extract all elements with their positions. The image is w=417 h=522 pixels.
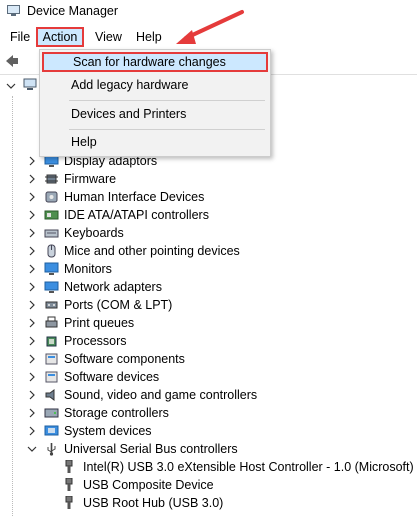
chevron-right-icon[interactable]	[27, 300, 37, 310]
chevron-down-icon[interactable]	[27, 444, 37, 454]
tree-category-label: Human Interface Devices	[64, 190, 205, 204]
tree-category-label: Processors	[64, 334, 127, 348]
tree-category-row[interactable]: Ports (COM & LPT)	[0, 296, 417, 314]
keyboard-icon	[44, 229, 59, 238]
tree-category-row[interactable]: Storage controllers	[0, 404, 417, 422]
tree-category-label: Firmware	[64, 172, 117, 186]
tree-category-label: Print queues	[64, 316, 135, 330]
tree-category-label: Software devices	[64, 370, 160, 384]
chevron-right-icon[interactable]	[27, 246, 37, 256]
printer-icon	[45, 316, 58, 328]
menu-file[interactable]: File	[10, 27, 30, 47]
software-icon	[45, 371, 58, 383]
tree-category-row[interactable]: Mice and other pointing devices	[0, 242, 417, 260]
chevron-right-icon[interactable]	[27, 408, 37, 418]
ide-icon	[44, 210, 59, 220]
menu-scan-hardware-changes[interactable]: Scan for hardware changes	[42, 52, 268, 72]
chevron-right-icon[interactable]	[27, 174, 37, 184]
chevron-right-icon[interactable]	[27, 228, 37, 238]
chevron-right-icon[interactable]	[27, 372, 37, 382]
usb-plug-icon	[65, 496, 73, 509]
menu-devices-and-printers[interactable]: Devices and Printers	[42, 104, 268, 124]
tree-category-label: Mice and other pointing devices	[64, 244, 240, 258]
port-icon	[45, 301, 58, 309]
system-icon	[44, 425, 59, 436]
tree-category-label: Universal Serial Bus controllers	[64, 442, 238, 456]
tree-category-row[interactable]: Processors	[0, 332, 417, 350]
network-icon	[44, 281, 59, 293]
tree-category-row[interactable]: Network adapters	[0, 278, 417, 296]
tree-category-label: Storage controllers	[64, 406, 169, 420]
software-icon	[45, 353, 58, 365]
chevron-down-icon[interactable]	[6, 81, 16, 91]
chevron-right-icon[interactable]	[27, 318, 37, 328]
menu-separator	[69, 129, 265, 130]
chevron-right-icon[interactable]	[27, 390, 37, 400]
device-manager-icon	[7, 5, 20, 16]
tree-usb-device-row[interactable]: Intel(R) USB 3.0 eXtensible Host Control…	[0, 458, 417, 476]
tree-category-row[interactable]: Universal Serial Bus controllers	[0, 440, 417, 458]
tree-usb-device-row[interactable]: USB Root Hub (USB 3.0)	[0, 494, 417, 512]
storage-icon	[44, 408, 59, 418]
annotation-arrow	[176, 10, 244, 44]
tree-category-row[interactable]: Print queues	[0, 314, 417, 332]
menu-help-item[interactable]: Help	[42, 132, 268, 152]
chevron-right-icon[interactable]	[27, 282, 37, 292]
tree-device-label: USB Composite Device	[83, 478, 214, 492]
tree-category-label: IDE ATA/ATAPI controllers	[64, 208, 209, 222]
tree-device-label: Intel(R) USB 3.0 eXtensible Host Control…	[83, 460, 414, 474]
mouse-icon	[47, 244, 56, 258]
menu-add-legacy-hardware[interactable]: Add legacy hardware	[42, 75, 268, 95]
tree-category-label: Software components	[64, 352, 185, 366]
chevron-right-icon[interactable]	[27, 354, 37, 364]
hid-icon	[45, 191, 58, 203]
tree-category-row[interactable]: Monitors	[0, 260, 417, 278]
cpu-icon	[46, 336, 57, 347]
chip-icon	[45, 174, 58, 184]
menu-separator	[69, 100, 265, 101]
speaker-icon	[45, 389, 55, 401]
tree-category-row[interactable]: IDE ATA/ATAPI controllers	[0, 206, 417, 224]
action-menu-dropdown: Scan for hardware changes Add legacy har…	[39, 49, 271, 157]
menu-help[interactable]: Help	[136, 27, 162, 47]
chevron-right-icon[interactable]	[27, 264, 37, 274]
tree-category-label: Monitors	[64, 262, 112, 276]
tree-category-label: Network adapters	[64, 280, 162, 294]
tree-category-label: Sound, video and game controllers	[64, 388, 258, 402]
tree-category-row[interactable]: Sound, video and game controllers	[0, 386, 417, 404]
chevron-right-icon[interactable]	[27, 192, 37, 202]
chevron-right-icon[interactable]	[27, 210, 37, 220]
tree-category-label: Keyboards	[64, 226, 124, 240]
tree-category-row[interactable]: Keyboards	[0, 224, 417, 242]
monitor-icon	[44, 262, 59, 275]
chevron-right-icon[interactable]	[27, 336, 37, 346]
chevron-right-icon[interactable]	[27, 156, 37, 166]
tree-category-label: System devices	[64, 424, 152, 438]
back-arrow-icon[interactable]	[4, 53, 20, 69]
tree-category-label: Ports (COM & LPT)	[64, 298, 173, 312]
chevron-right-icon[interactable]	[27, 426, 37, 436]
menu-action[interactable]: Action	[36, 27, 84, 47]
tree-category-row[interactable]: Firmware	[0, 170, 417, 188]
tree-usb-device-row[interactable]: USB Composite Device	[0, 476, 417, 494]
tree-category-row[interactable]: System devices	[0, 422, 417, 440]
menu-view[interactable]: View	[95, 27, 122, 47]
tree-category-row[interactable]: Human Interface Devices	[0, 188, 417, 206]
tree-category-row[interactable]: Software components	[0, 350, 417, 368]
usb-icon	[47, 443, 56, 456]
usb-plug-icon	[65, 478, 73, 491]
computer-icon	[23, 78, 37, 90]
window-title: Device Manager	[27, 4, 119, 18]
tree-category-row[interactable]: Software devices	[0, 368, 417, 386]
tree-device-label: USB Root Hub (USB 3.0)	[83, 496, 224, 510]
usb-plug-icon	[65, 460, 73, 473]
